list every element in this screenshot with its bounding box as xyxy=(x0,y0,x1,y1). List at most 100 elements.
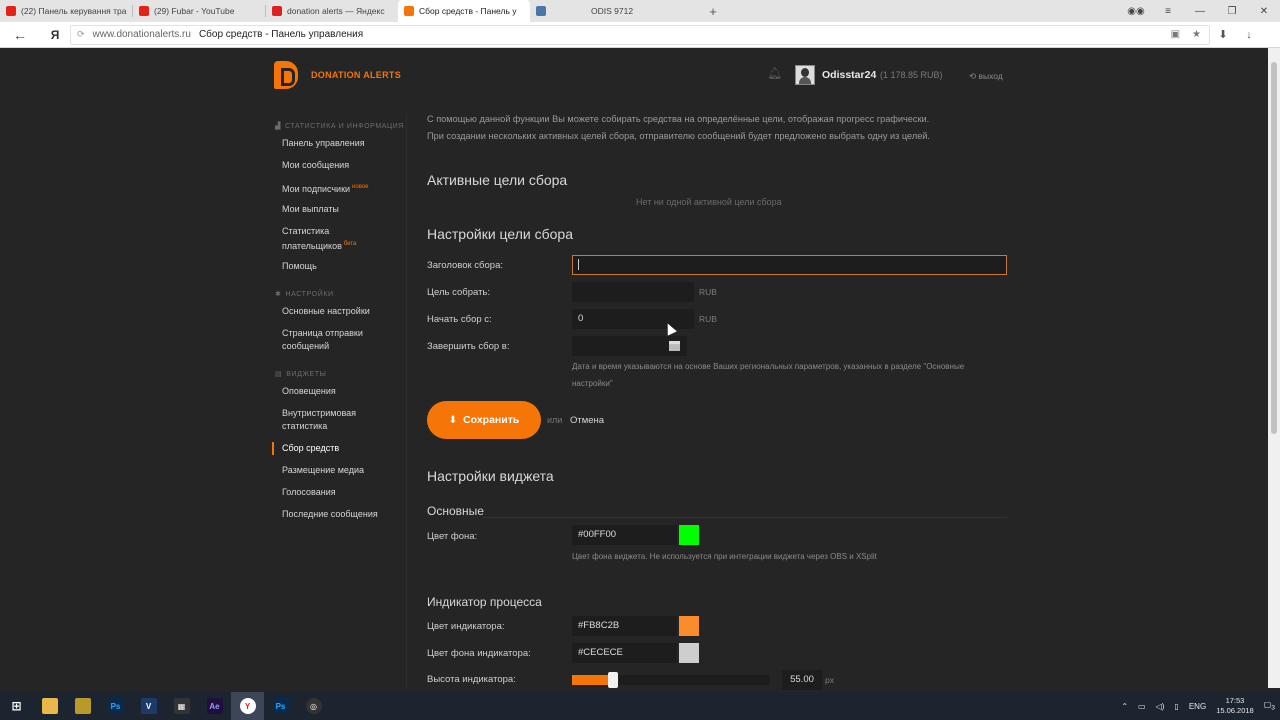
goal-title-input[interactable] xyxy=(572,255,1007,275)
downloads-icon[interactable]: ⬇ xyxy=(1210,28,1236,41)
start-amount-input[interactable]: 0 xyxy=(572,309,694,329)
yandex-icon xyxy=(272,6,282,16)
close-icon[interactable]: ✕ xyxy=(1248,6,1280,17)
goal-amount-label: Цель собрать: xyxy=(427,287,491,298)
indicator-color-input[interactable]: #FB8C2B xyxy=(572,616,677,636)
window-controls: ◉◉ ≡ — ❐ ✕ xyxy=(1120,0,1280,22)
back-arrow-icon[interactable]: ← xyxy=(0,27,40,43)
sidebar-item-fundraising[interactable]: Сбор средств xyxy=(272,442,402,455)
obs-icon: ◎ xyxy=(305,698,322,714)
sidebar-item-payouts[interactable]: Мои выплаты xyxy=(272,203,402,216)
start-amount-unit: RUB xyxy=(699,314,717,324)
photoshop-icon: Ps xyxy=(107,698,124,714)
menu-icon[interactable]: ≡ xyxy=(1152,6,1184,17)
sidebar-section-stats: ▟ Статистика и информация xyxy=(275,122,405,131)
taskbar-explorer[interactable] xyxy=(33,692,66,720)
or-text: или xyxy=(547,415,563,425)
windows-icon: ⊞ xyxy=(11,699,22,713)
intro-text: С помощью данной функции Вы можете собир… xyxy=(427,114,930,141)
taskbar-photoshop-2[interactable]: Ps xyxy=(264,692,297,720)
main-content: С помощью данной функции Вы можете собир… xyxy=(427,48,1007,690)
browser-tab[interactable]: (22) Панель керування тра xyxy=(0,0,132,22)
sidebar-item-subscribers[interactable]: Мои подписчики новое xyxy=(272,181,402,196)
yandex-logo[interactable]: Я xyxy=(40,28,70,42)
sidebar-item-messages[interactable]: Мои сообщения xyxy=(272,159,402,172)
bg-color-swatch[interactable] xyxy=(679,525,699,545)
browser-tab[interactable]: donation alerts — Яндекс xyxy=(266,0,398,22)
indicator-bg-input[interactable]: #CECECE xyxy=(572,643,677,663)
page-scrollbar[interactable] xyxy=(1268,48,1280,688)
scrollbar-thumb[interactable] xyxy=(1271,62,1277,434)
taskbar: ⊞ Ps V ▦ Ae Y Ps ◎ ⌃ ▭ ◁) ▯ ENG 17:53 15.… xyxy=(0,692,1280,720)
notifications-icon[interactable]: ▢3 xyxy=(1264,700,1275,712)
sidebar-item-last-messages[interactable]: Последние сообщения xyxy=(272,508,402,521)
start-button[interactable]: ⊞ xyxy=(0,692,33,720)
indicator-bg-swatch[interactable] xyxy=(679,643,699,663)
browser-tab[interactable]: ODIS 9712 xyxy=(570,0,702,22)
sidebar-item-stream-stats[interactable]: Внутристримовая статистика xyxy=(272,407,372,433)
new-tab-button[interactable]: + xyxy=(702,4,724,19)
network-icon[interactable]: ▭ xyxy=(1138,702,1146,711)
app-icon xyxy=(74,698,91,714)
photoshop-icon: Ps xyxy=(272,698,289,714)
end-date-input[interactable] xyxy=(572,336,687,356)
sidebar-item-payer-stats[interactable]: Статистика плательщиков бета xyxy=(272,225,357,253)
sidebar-item-polls[interactable]: Голосования xyxy=(272,486,402,499)
goal-amount-input[interactable] xyxy=(572,282,694,302)
calendar-icon[interactable] xyxy=(669,341,680,351)
sidebar-item-help[interactable]: Помощь xyxy=(272,260,402,273)
save-button[interactable]: ⬇ Сохранить xyxy=(427,401,541,439)
bg-color-input[interactable]: #00FF00 xyxy=(572,525,677,545)
sidebar-item-send-page[interactable]: Страница отправки сообщений xyxy=(272,327,372,353)
sidebar-item-dashboard[interactable]: Панель управления xyxy=(272,137,402,150)
incognito-icon[interactable]: ◉◉ xyxy=(1120,6,1152,17)
vegas-icon: V xyxy=(140,698,157,714)
taskbar-obs[interactable]: ◎ xyxy=(297,692,330,720)
taskbar-vegas[interactable]: V xyxy=(132,692,165,720)
sidebar-item-media[interactable]: Размещение медиа xyxy=(272,464,402,477)
logo[interactable]: DONATION ALERTS xyxy=(274,61,401,89)
bg-color-hint: Цвет фона виджета. Не используется при и… xyxy=(572,552,877,561)
yandex-browser-icon: Y xyxy=(239,698,256,714)
clock[interactable]: 17:53 15.06.2018 xyxy=(1216,696,1254,716)
url-host: www.donationalerts.ru xyxy=(92,29,191,40)
slider-handle[interactable] xyxy=(607,672,618,688)
sidebar-section-settings: ✱ Настройки xyxy=(275,290,334,299)
url-field[interactable]: ⟳ www.donationalerts.ru Сбор средств - П… xyxy=(70,24,1210,45)
indicator-height-slider[interactable] xyxy=(572,672,770,688)
chart-icon: ▟ xyxy=(275,123,281,130)
minimize-icon[interactable]: — xyxy=(1184,6,1216,17)
language-indicator[interactable]: ENG xyxy=(1189,702,1206,711)
battery-icon[interactable]: ▯ xyxy=(1174,702,1178,711)
browser-tab[interactable]: (29) Fubar - YouTube xyxy=(133,0,265,22)
tray-arrow-icon[interactable]: ⌃ xyxy=(1121,702,1128,711)
browser-tab-bar: (22) Панель керування тра (29) Fubar - Y… xyxy=(0,0,1280,22)
slider-fill xyxy=(572,675,608,685)
taskbar-media[interactable]: ▦ xyxy=(165,692,198,720)
youtube-icon xyxy=(139,6,149,16)
taskbar-aftereffects[interactable]: Ae xyxy=(198,692,231,720)
maximize-icon[interactable]: ❐ xyxy=(1216,6,1248,17)
sidebar: ▟ Статистика и информация Панель управлен… xyxy=(272,114,407,688)
taskbar-yandex-browser[interactable]: Y xyxy=(231,692,264,720)
indicator-height-input[interactable]: 55.00 xyxy=(782,670,822,690)
taskbar-app[interactable] xyxy=(66,692,99,720)
goal-settings-title: Настройки цели сбора xyxy=(427,226,573,242)
youtube-icon xyxy=(6,6,16,16)
system-tray: ⌃ ▭ ◁) ▯ ENG 17:53 15.06.2018 ▢3 xyxy=(1116,692,1280,720)
browser-tab-active[interactable]: Сбор средств - Панель у xyxy=(398,0,530,22)
cancel-link[interactable]: Отмена xyxy=(570,415,604,426)
taskbar-photoshop[interactable]: Ps xyxy=(99,692,132,720)
section-divider xyxy=(483,517,1007,518)
start-amount-label: Начать сбор с: xyxy=(427,314,492,325)
donationalerts-icon xyxy=(404,6,414,16)
sidebar-item-main-settings[interactable]: Основные настройки xyxy=(272,305,402,318)
indicator-color-swatch[interactable] xyxy=(679,616,699,636)
volume-icon[interactable]: ◁) xyxy=(1156,702,1165,711)
sidebar-item-alerts[interactable]: Оповещения xyxy=(272,385,402,398)
browser-tab[interactable] xyxy=(530,0,570,22)
bookmark-star-icon[interactable]: ★ xyxy=(1192,29,1201,40)
extension-icon[interactable]: ▣ xyxy=(1171,29,1180,40)
download-arrow-icon[interactable]: ↓ xyxy=(1236,29,1262,41)
active-goals-title: Активные цели сбора xyxy=(427,172,568,188)
